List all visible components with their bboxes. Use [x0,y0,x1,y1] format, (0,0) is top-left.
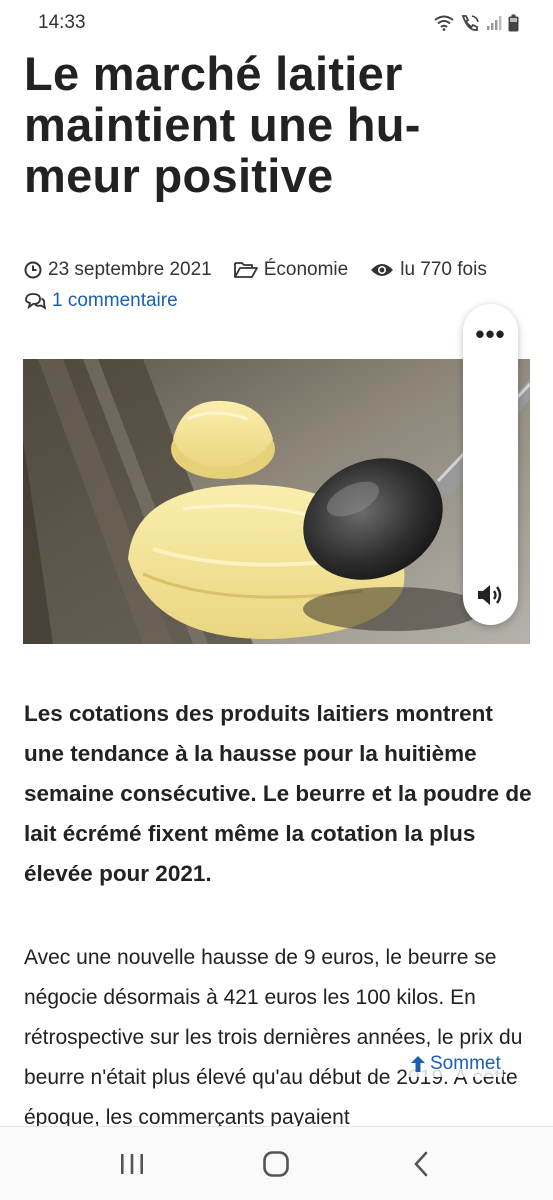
folder-open-icon [233,261,258,278]
article-hero-image [23,359,530,644]
status-time: 14:33 [38,12,86,33]
recent-apps-icon [121,1153,144,1174]
battery-icon [508,14,519,32]
back-to-top-label[interactable]: Sommet [430,1053,501,1075]
eye-icon [371,263,394,276]
article-body: Avec une nouvelle hausse de 9 euros, le … [24,946,523,1129]
article-views: lu 770 fois [400,259,487,280]
clock-icon [24,261,42,278]
status-icons [434,14,519,32]
call-icon [461,15,479,31]
article-title: Le marché laitier maintient une hu-meur … [24,47,421,202]
article-header: Le marché laitier maintient une hu-meur … [24,48,530,201]
arrow-up-icon [411,1056,425,1072]
status-bar: 14:33 [0,0,553,46]
butter-image [23,359,530,644]
comments-icon [25,292,46,310]
article-meta: 23 septembre 2021 Économie lu 770 fois 1… [24,254,534,316]
floating-tools-panel: ••• [463,304,518,625]
article-lead: Les cotations des produits laitiers mont… [24,701,532,886]
home-icon [263,1150,290,1177]
back-button[interactable] [391,1134,451,1194]
read-aloud-button[interactable] [463,575,518,615]
system-nav-bar [0,1126,553,1200]
comments-link[interactable]: 1 commentaire [52,285,178,316]
recent-apps-button[interactable] [102,1134,162,1194]
home-button[interactable] [246,1134,306,1194]
speaker-icon [477,585,501,605]
views-meta: lu 770 fois [370,254,487,285]
signal-icon [487,16,502,30]
back-to-top-button[interactable]: Sommet [408,1051,503,1077]
category-meta[interactable]: Économie [233,254,349,285]
more-options-button[interactable]: ••• [463,314,518,354]
more-icon: ••• [475,318,506,349]
comments-meta[interactable]: 1 commentaire [24,285,178,316]
article-category[interactable]: Économie [264,254,349,285]
wifi-icon [434,15,454,31]
date-meta: 23 septembre 2021 [24,254,212,285]
back-icon [414,1151,428,1176]
article-date: 23 septembre 2021 [48,259,212,280]
